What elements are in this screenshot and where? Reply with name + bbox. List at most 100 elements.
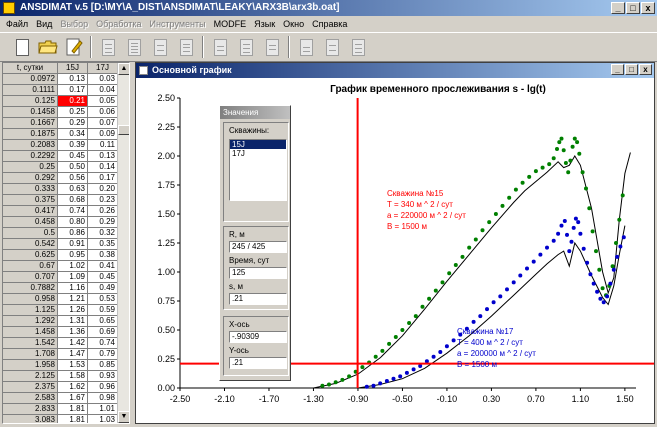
table-row[interactable]: 1.708 1.47 0.79 <box>3 349 118 360</box>
graph-maximize-button[interactable]: □ <box>625 64 638 75</box>
table-row[interactable]: 0.458 0.80 0.29 <box>3 217 118 228</box>
tool-button-2[interactable] <box>122 35 146 59</box>
well17-cell[interactable]: 0.49 <box>88 283 118 294</box>
well17-cell[interactable]: 0.85 <box>88 360 118 371</box>
well15-cell[interactable]: 0.74 <box>58 206 88 217</box>
time-cell[interactable]: 1.125 <box>3 305 58 316</box>
scroll-thumb[interactable] <box>118 125 129 135</box>
well15-cell[interactable]: 1.21 <box>58 294 88 305</box>
time-field[interactable]: 125 <box>229 267 287 279</box>
time-cell[interactable]: 1.708 <box>3 349 58 360</box>
tool-button-5[interactable] <box>208 35 232 59</box>
minimize-button[interactable]: _ <box>611 2 625 14</box>
scroll-down-icon[interactable]: ▼ <box>118 411 129 423</box>
tool-button-10[interactable] <box>346 35 370 59</box>
well17-cell[interactable]: 0.38 <box>88 250 118 261</box>
values-dialog-title[interactable]: Значения <box>220 106 290 119</box>
well15-cell[interactable]: 0.86 <box>58 228 88 239</box>
graph-close-button[interactable]: x <box>639 64 652 75</box>
table-row[interactable]: 0.1458 0.25 0.06 <box>3 107 118 118</box>
time-cell[interactable]: 0.67 <box>3 261 58 272</box>
well15-cell[interactable]: 0.68 <box>58 195 88 206</box>
table-row[interactable]: 1.125 1.26 0.59 <box>3 305 118 316</box>
well15-cell[interactable]: 1.62 <box>58 382 88 393</box>
scroll-up-icon[interactable]: ▲ <box>118 63 129 75</box>
time-cell[interactable]: 0.458 <box>3 217 58 228</box>
tool-button-3[interactable] <box>148 35 172 59</box>
table-row[interactable]: 0.5 0.86 0.32 <box>3 228 118 239</box>
wells-listbox[interactable]: 15J 17J <box>229 139 287 201</box>
table-row[interactable]: 0.2292 0.45 0.13 <box>3 151 118 162</box>
table-row[interactable]: 0.25 0.50 0.14 <box>3 162 118 173</box>
well17-cell[interactable]: 0.20 <box>88 184 118 195</box>
edit-file-button[interactable] <box>62 35 86 59</box>
well15-cell[interactable]: 0.39 <box>58 140 88 151</box>
time-drawdown-chart[interactable]: График временного прослеживания s - lg(t… <box>136 78 654 423</box>
table-row[interactable]: 1.292 1.31 0.65 <box>3 316 118 327</box>
well17-cell[interactable]: 0.32 <box>88 228 118 239</box>
well17-cell[interactable]: 0.79 <box>88 349 118 360</box>
well-item-17j[interactable]: 17J <box>230 149 286 158</box>
well15-cell[interactable]: 1.31 <box>58 316 88 327</box>
well15-cell[interactable]: 0.13 <box>58 74 88 85</box>
menu-language[interactable]: Язык <box>250 16 279 32</box>
well15-cell[interactable]: 0.95 <box>58 250 88 261</box>
table-row[interactable]: 2.375 1.62 0.96 <box>3 382 118 393</box>
table-row[interactable]: 0.0972 0.13 0.03 <box>3 74 118 85</box>
table-row[interactable]: 0.125 0.21 0.05 <box>3 96 118 107</box>
time-cell[interactable]: 0.0972 <box>3 74 58 85</box>
column-header-time[interactable]: t, сутки <box>3 63 58 74</box>
menu-help[interactable]: Справка <box>308 16 351 32</box>
tool-button-9[interactable] <box>320 35 344 59</box>
table-row[interactable]: 0.7882 1.16 0.49 <box>3 283 118 294</box>
well17-cell[interactable]: 0.93 <box>88 371 118 382</box>
tool-button-1[interactable] <box>96 35 120 59</box>
table-row[interactable]: 0.292 0.56 0.17 <box>3 173 118 184</box>
menu-view[interactable]: Вид <box>32 16 56 32</box>
well15-cell[interactable]: 0.29 <box>58 118 88 129</box>
tool-button-7[interactable] <box>260 35 284 59</box>
table-row[interactable]: 0.542 0.91 0.35 <box>3 239 118 250</box>
well15-cell[interactable]: 1.81 <box>58 404 88 415</box>
well17-cell[interactable]: 0.45 <box>88 272 118 283</box>
well15-cell[interactable]: 1.16 <box>58 283 88 294</box>
table-row[interactable]: 1.458 1.36 0.69 <box>3 327 118 338</box>
table-row[interactable]: 2.833 1.81 1.01 <box>3 404 118 415</box>
well15-cell[interactable]: 0.34 <box>58 129 88 140</box>
menu-tools[interactable]: Инструменты <box>145 16 209 32</box>
well15-cell[interactable]: 1.53 <box>58 360 88 371</box>
well15-cell[interactable]: 0.91 <box>58 239 88 250</box>
well15-cell[interactable]: 0.56 <box>58 173 88 184</box>
well15-cell[interactable]: 1.26 <box>58 305 88 316</box>
table-row[interactable]: 0.1667 0.29 0.07 <box>3 118 118 129</box>
menu-select[interactable]: Выбор <box>56 16 92 32</box>
time-cell[interactable]: 1.458 <box>3 327 58 338</box>
well17-cell[interactable]: 0.35 <box>88 239 118 250</box>
well17-cell[interactable]: 0.53 <box>88 294 118 305</box>
table-row[interactable]: 0.2083 0.39 0.11 <box>3 140 118 151</box>
well15-cell[interactable]: 0.45 <box>58 151 88 162</box>
well17-cell[interactable]: 0.03 <box>88 74 118 85</box>
open-file-button[interactable] <box>36 35 60 59</box>
graph-minimize-button[interactable]: _ <box>611 64 624 75</box>
time-cell[interactable]: 0.958 <box>3 294 58 305</box>
well17-cell[interactable]: 0.11 <box>88 140 118 151</box>
time-cell[interactable]: 0.417 <box>3 206 58 217</box>
time-cell[interactable]: 0.625 <box>3 250 58 261</box>
time-cell[interactable]: 0.292 <box>3 173 58 184</box>
time-cell[interactable]: 0.542 <box>3 239 58 250</box>
well15-cell[interactable]: 1.09 <box>58 272 88 283</box>
well17-cell[interactable]: 0.65 <box>88 316 118 327</box>
well17-cell[interactable]: 0.29 <box>88 217 118 228</box>
table-row[interactable]: 0.67 1.02 0.41 <box>3 261 118 272</box>
time-cell[interactable]: 0.2292 <box>3 151 58 162</box>
menu-processing[interactable]: Обработка <box>92 16 145 32</box>
well15-cell[interactable]: 0.80 <box>58 217 88 228</box>
time-cell[interactable]: 2.375 <box>3 382 58 393</box>
well17-cell[interactable]: 1.01 <box>88 404 118 415</box>
time-cell[interactable]: 1.958 <box>3 360 58 371</box>
table-row[interactable]: 0.375 0.68 0.23 <box>3 195 118 206</box>
well17-cell[interactable]: 0.07 <box>88 118 118 129</box>
well17-cell[interactable]: 0.23 <box>88 195 118 206</box>
time-cell[interactable]: 1.292 <box>3 316 58 327</box>
